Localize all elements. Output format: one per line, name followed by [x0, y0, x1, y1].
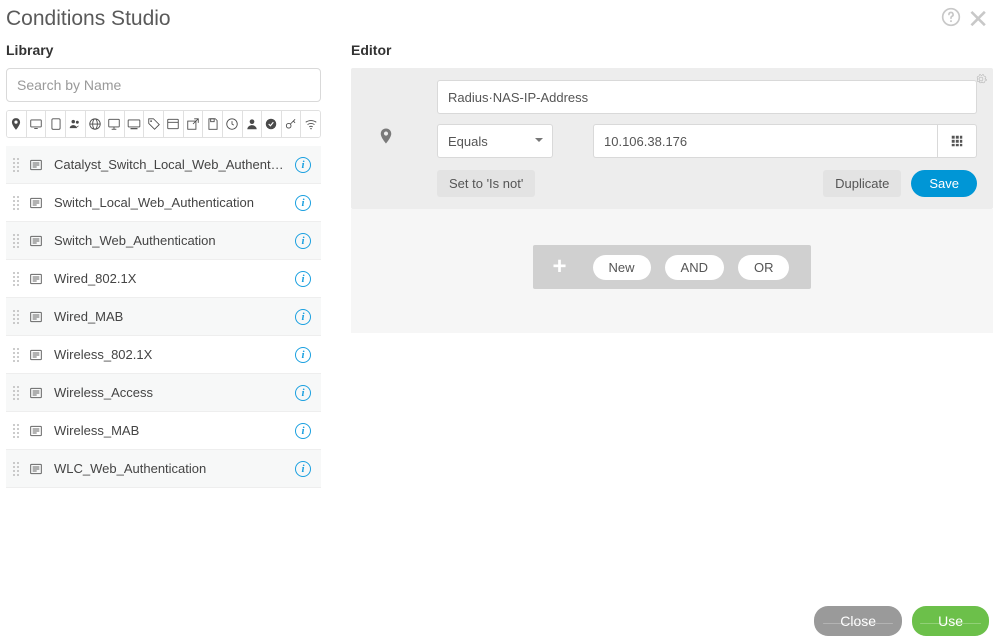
filter-tablet-icon[interactable]	[46, 111, 66, 137]
filter-person-icon[interactable]	[243, 111, 263, 137]
condition-list: Catalyst_Switch_Local_Web_Authentication…	[6, 146, 321, 488]
condition-icon	[26, 307, 46, 327]
page-title: Conditions Studio	[6, 7, 171, 31]
duplicate-button[interactable]: Duplicate	[823, 170, 901, 197]
condition-icon	[26, 459, 46, 479]
list-item-label: Wireless_Access	[54, 385, 285, 400]
filter-save-icon[interactable]	[203, 111, 223, 137]
drag-handle-icon[interactable]	[10, 386, 22, 400]
use-button[interactable]: Use	[912, 606, 989, 636]
filter-icon-row	[6, 110, 321, 138]
location-pin-icon	[377, 127, 395, 150]
condition-icon	[26, 193, 46, 213]
set-is-not-button[interactable]: Set to 'Is not'	[437, 170, 535, 197]
list-item-label: Switch_Web_Authentication	[54, 233, 285, 248]
list-item[interactable]: Wireless_MAB i	[6, 412, 321, 450]
editor-label: Editor	[351, 42, 993, 58]
list-item[interactable]: Wired_802.1X i	[6, 260, 321, 298]
close-icon[interactable]: ✕	[967, 6, 989, 32]
list-item[interactable]: WLC_Web_Authentication i	[6, 450, 321, 488]
filter-wifi-icon[interactable]	[301, 111, 320, 137]
gear-icon[interactable]	[975, 72, 987, 90]
library-label: Library	[6, 42, 321, 58]
and-chip[interactable]: AND	[665, 255, 724, 280]
add-plus-icon[interactable]: +	[541, 253, 579, 281]
info-icon[interactable]: i	[295, 157, 311, 173]
list-item[interactable]: Wireless_802.1X i	[6, 336, 321, 374]
value-input[interactable]	[593, 124, 937, 158]
filter-group-icon[interactable]	[66, 111, 86, 137]
drag-handle-icon[interactable]	[10, 348, 22, 362]
list-item-label: Wireless_802.1X	[54, 347, 285, 362]
list-item[interactable]: Switch_Local_Web_Authentication i	[6, 184, 321, 222]
list-item[interactable]: Catalyst_Switch_Local_Web_Authentication…	[6, 146, 321, 184]
filter-desktop-icon[interactable]	[125, 111, 145, 137]
filter-monitor-icon[interactable]	[105, 111, 125, 137]
drag-handle-icon[interactable]	[10, 158, 22, 172]
list-item-label: Switch_Local_Web_Authentication	[54, 195, 285, 210]
info-icon[interactable]: i	[295, 347, 311, 363]
value-picker-button[interactable]	[937, 124, 977, 158]
filter-key-icon[interactable]	[282, 111, 302, 137]
list-item[interactable]: Switch_Web_Authentication i	[6, 222, 321, 260]
list-item[interactable]: Wired_MAB i	[6, 298, 321, 336]
help-icon[interactable]	[941, 7, 961, 32]
close-button[interactable]: Close	[814, 606, 902, 636]
info-icon[interactable]: i	[295, 271, 311, 287]
info-icon[interactable]: i	[295, 195, 311, 211]
operator-select[interactable]: Equals	[437, 124, 553, 158]
list-item-label: WLC_Web_Authentication	[54, 461, 285, 476]
drag-handle-icon[interactable]	[10, 424, 22, 438]
list-item-label: Catalyst_Switch_Local_Web_Authentication	[54, 157, 285, 172]
condition-icon	[26, 155, 46, 175]
list-item-label: Wireless_MAB	[54, 423, 285, 438]
list-item-label: Wired_802.1X	[54, 271, 285, 286]
filter-tag-icon[interactable]	[144, 111, 164, 137]
editor-panel: Editor Equals	[351, 42, 993, 488]
save-button[interactable]: Save	[911, 170, 977, 197]
search-input[interactable]	[6, 68, 321, 102]
list-item[interactable]: Wireless_Access i	[6, 374, 321, 412]
drag-handle-icon[interactable]	[10, 462, 22, 476]
condition-icon	[26, 421, 46, 441]
condition-icon	[26, 383, 46, 403]
condition-icon	[26, 269, 46, 289]
add-condition-bar: + New AND OR	[533, 245, 812, 289]
filter-clock-icon[interactable]	[223, 111, 243, 137]
filter-window-icon[interactable]	[164, 111, 184, 137]
drag-handle-icon[interactable]	[10, 234, 22, 248]
attribute-input[interactable]	[437, 80, 977, 114]
info-icon[interactable]: i	[295, 233, 311, 249]
drag-handle-icon[interactable]	[10, 196, 22, 210]
condition-icon	[26, 231, 46, 251]
info-icon[interactable]: i	[295, 423, 311, 439]
drag-handle-icon[interactable]	[10, 310, 22, 324]
condition-icon	[26, 345, 46, 365]
list-item-label: Wired_MAB	[54, 309, 285, 324]
library-panel: Library Catalyst_Switch_Local_Web_A	[6, 42, 321, 488]
filter-globe-icon[interactable]	[86, 111, 106, 137]
filter-popout-icon[interactable]	[184, 111, 204, 137]
condition-card: Equals Set to 'Is not' Du	[351, 68, 993, 209]
info-icon[interactable]: i	[295, 385, 311, 401]
new-chip[interactable]: New	[593, 255, 651, 280]
info-icon[interactable]: i	[295, 461, 311, 477]
filter-pin-icon[interactable]	[7, 111, 27, 137]
filter-check-badge-icon[interactable]	[262, 111, 282, 137]
filter-screen-icon[interactable]	[27, 111, 47, 137]
info-icon[interactable]: i	[295, 309, 311, 325]
or-chip[interactable]: OR	[738, 255, 790, 280]
drag-handle-icon[interactable]	[10, 272, 22, 286]
editor-drop-zone: + New AND OR	[351, 209, 993, 333]
